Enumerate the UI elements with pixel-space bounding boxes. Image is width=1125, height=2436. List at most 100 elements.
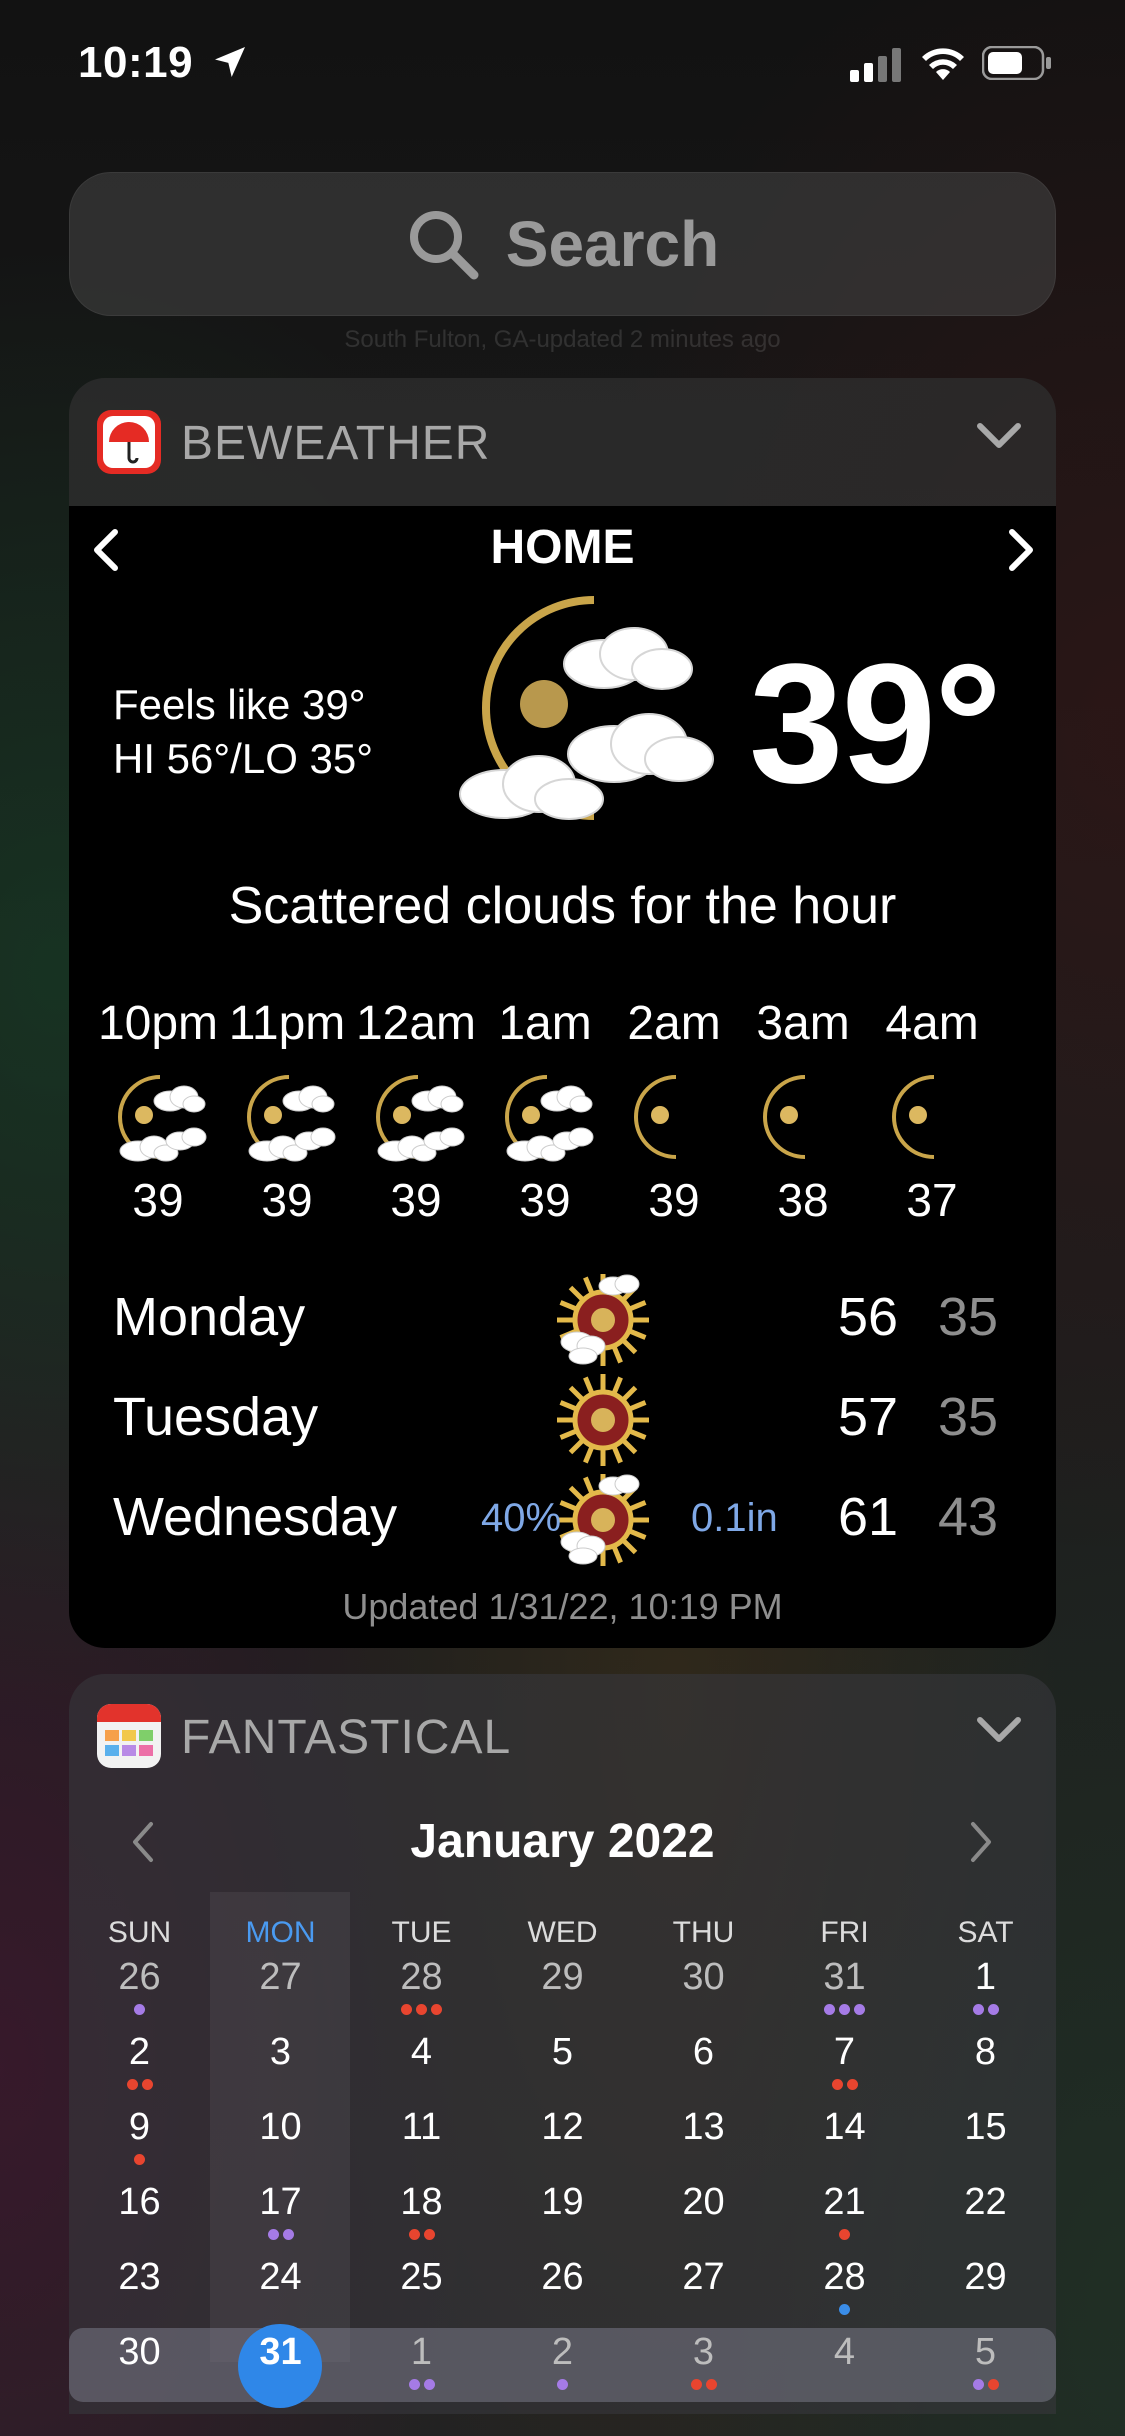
status-time: 10:19 <box>78 38 194 87</box>
day-high: 61 <box>837 1487 899 1547</box>
event-dots <box>69 2004 210 2015</box>
wifi-icon <box>922 48 964 80</box>
calendar-day[interactable]: 8 <box>915 2031 1056 2074</box>
event-dot <box>134 2154 145 2165</box>
next-month-icon[interactable] <box>969 1820 993 1864</box>
calendar-day[interactable]: 22 <box>915 2181 1056 2224</box>
hour-temp: 39 <box>390 1174 442 1226</box>
calendar-day[interactable]: 30 <box>633 1956 774 1999</box>
day-high: 56 <box>837 1287 899 1347</box>
calendar-day[interactable]: 31 <box>210 2331 351 2374</box>
chevron-down-icon[interactable] <box>976 418 1022 452</box>
event-dots <box>915 2379 1056 2390</box>
calendar-day[interactable]: 3 <box>633 2331 774 2374</box>
hour-label: 11pm <box>228 997 346 1050</box>
event-dot <box>987 2004 999 2015</box>
event-dot <box>408 2229 420 2240</box>
calendar-day[interactable]: 31 <box>774 1956 915 1999</box>
fantastical-widget[interactable]: FANTASTICAL January 2022 SUN MON TUE WED THU… <box>69 1674 1056 2414</box>
hour-temp: 39 <box>132 1174 184 1226</box>
calendar-day[interactable]: 27 <box>210 1956 351 1999</box>
calendar-day[interactable]: 2 <box>492 2331 633 2374</box>
calendar-day[interactable]: 30 <box>69 2331 210 2374</box>
event-dots <box>774 2304 915 2315</box>
calendar-day[interactable]: 5 <box>915 2331 1056 2374</box>
calendar-day[interactable]: 17 <box>210 2181 351 2224</box>
event-dots <box>774 2079 915 2090</box>
calendar-day[interactable]: 6 <box>633 2031 774 2074</box>
event-dots <box>915 2004 1056 2015</box>
event-dots <box>351 2004 492 2015</box>
calendar-day[interactable]: 28 <box>774 2256 915 2299</box>
sun-icon <box>553 1372 653 1468</box>
hour-label: 2am <box>627 997 721 1050</box>
weekday-header: SAT <box>957 1916 1014 1949</box>
location-title: HOME <box>490 521 635 574</box>
moon-clouds-icon <box>495 1071 595 1169</box>
event-dot <box>267 2229 279 2240</box>
event-dot <box>824 2004 835 2015</box>
search-bar[interactable]: Search <box>69 172 1056 316</box>
calendar-day[interactable]: 3 <box>210 2031 351 2074</box>
calendar-day[interactable]: 18 <box>351 2181 492 2224</box>
calendar-day[interactable]: 24 <box>210 2256 351 2299</box>
hour-label: 3am <box>756 997 850 1050</box>
weekday-header: SUN <box>107 1916 172 1949</box>
calendar-day[interactable]: 4 <box>351 2031 492 2074</box>
hourly-item: 1am 39 <box>480 996 610 1227</box>
chevron-right-icon[interactable] <box>1006 528 1036 572</box>
calendar-day[interactable]: 27 <box>633 2256 774 2299</box>
calendar-day[interactable]: 9 <box>69 2106 210 2149</box>
daily-row: Wednesday 40% 0.1in 61 43 <box>113 1472 1013 1566</box>
fantastical-app-icon <box>97 1704 161 1768</box>
calendar-day[interactable]: 5 <box>492 2031 633 2074</box>
daily-row: Monday 56 35 <box>113 1272 1013 1366</box>
current-temp: 39° <box>749 629 1002 819</box>
event-dots <box>774 2004 915 2015</box>
calendar-day[interactable]: 21 <box>774 2181 915 2224</box>
chevron-down-icon[interactable] <box>976 1712 1022 1746</box>
hour-temp: 37 <box>906 1174 958 1226</box>
event-dot <box>282 2229 294 2240</box>
search-icon <box>409 211 479 280</box>
calendar-day[interactable]: 29 <box>492 1956 633 1999</box>
calendar-day[interactable]: 11 <box>351 2106 492 2149</box>
beweather-widget[interactable]: HOME Feels like 39° HI 56°/LO 35° 39° Sc… <box>69 506 1056 1648</box>
calendar-day[interactable]: 14 <box>774 2106 915 2149</box>
calendar-day[interactable]: 28 <box>351 1956 492 1999</box>
moon-clouds-icon <box>366 1071 466 1169</box>
calendar-day[interactable]: 12 <box>492 2106 633 2149</box>
hourly-item: 12am 39 <box>351 996 481 1227</box>
calendar-day[interactable]: 2 <box>69 2031 210 2074</box>
hour-label: 1am <box>498 997 592 1050</box>
calendar-day[interactable]: 19 <box>492 2181 633 2224</box>
calendar-day[interactable]: 16 <box>69 2181 210 2224</box>
calendar-day[interactable]: 23 <box>69 2256 210 2299</box>
calendar-day[interactable]: 1 <box>915 1956 1056 1999</box>
calendar-day[interactable]: 15 <box>915 2106 1056 2149</box>
calendar-day[interactable]: 26 <box>492 2256 633 2299</box>
moon-clouds-icon <box>237 1071 337 1169</box>
weekday-header: THU <box>672 1916 735 1949</box>
calendar-day[interactable]: 20 <box>633 2181 774 2224</box>
daily-row: Tuesday 57 35 <box>113 1372 1013 1466</box>
moon-icon <box>624 1071 724 1169</box>
event-dots <box>633 2379 774 2390</box>
calendar-day[interactable]: 29 <box>915 2256 1056 2299</box>
event-dot <box>126 2079 138 2090</box>
event-dot <box>141 2079 153 2090</box>
calendar-day[interactable]: 25 <box>351 2256 492 2299</box>
hourly-item: 3am 38 <box>738 996 868 1227</box>
calendar-day[interactable]: 10 <box>210 2106 351 2149</box>
event-dot <box>423 2229 435 2240</box>
search-placeholder: Search <box>505 208 720 280</box>
calendar-day[interactable]: 1 <box>351 2331 492 2374</box>
calendar-day[interactable]: 7 <box>774 2031 915 2074</box>
calendar-day[interactable]: 26 <box>69 1956 210 1999</box>
moon-icon <box>753 1071 853 1169</box>
event-dot <box>401 2004 412 2015</box>
calendar-day[interactable]: 4 <box>774 2331 915 2374</box>
event-dot <box>431 2004 442 2015</box>
calendar-day[interactable]: 13 <box>633 2106 774 2149</box>
beweather-header[interactable]: BEWEATHER <box>69 378 1056 506</box>
